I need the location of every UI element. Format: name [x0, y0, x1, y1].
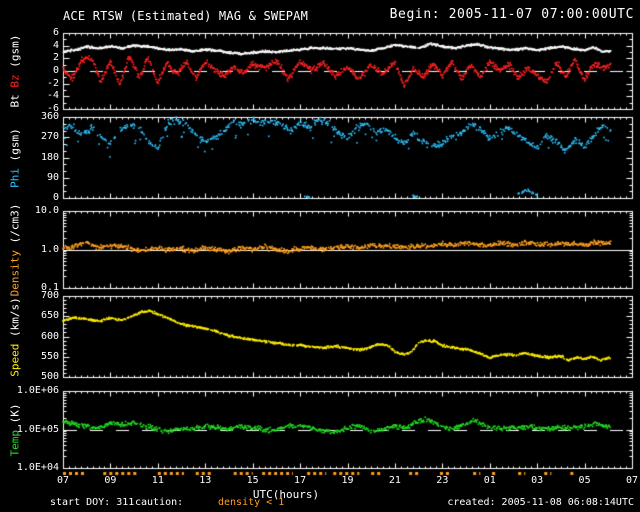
panel-title-part: (gsm) — [8, 127, 22, 168]
x-tick-label: 05 — [578, 475, 591, 486]
panel-title-part: (/cm3) — [8, 203, 22, 250]
ace-rtsw-plot: ACE RTSW (Estimated) MAG & SWEPAM Begin:… — [0, 0, 640, 512]
x-tick-label: 07 — [625, 475, 639, 486]
panel-title-part: (km/s) — [8, 296, 22, 344]
panel-title-part: (K) — [8, 403, 22, 430]
created-timestamp: created: 2005-11-08 06:08:14UTC — [447, 497, 634, 508]
x-tick-label: 11 — [151, 475, 164, 486]
x-tick-label: 01 — [483, 475, 496, 486]
panel-title-density: Density (/cm3) — [9, 203, 22, 296]
plot-canvas — [0, 0, 640, 512]
panel-title-part: Phi — [8, 167, 22, 188]
panel-title-part: Temp — [8, 429, 22, 457]
caution-value-label: density < 1 — [218, 497, 285, 508]
x-tick-label: 23 — [436, 475, 449, 486]
panel-title-part: Bz — [8, 74, 22, 88]
y-tick-label: 1.0E+06 — [16, 385, 59, 396]
x-tick-label: 15 — [246, 475, 259, 486]
panel-title-part: Bt — [8, 87, 22, 108]
x-tick-label: 09 — [104, 475, 117, 486]
panel-title-temp: Temp (K) — [9, 403, 22, 456]
panel-title-part: (gsm) — [8, 34, 22, 75]
x-tick-label: 17 — [294, 475, 307, 486]
panel-title-bt-bz: Bt Bz (gsm) — [9, 35, 22, 108]
panel-title-speed: Speed (km/s) — [9, 297, 22, 376]
x-tick-label: 13 — [199, 475, 212, 486]
caution-label: caution: — [135, 497, 184, 508]
y-tick-label: 0 — [52, 192, 59, 203]
x-tick-label: 21 — [388, 475, 401, 486]
x-tick-label: 03 — [531, 475, 544, 486]
page-title: ACE RTSW (Estimated) MAG & SWEPAM — [63, 9, 309, 23]
y-tick-label: 1.0E+04 — [16, 462, 59, 473]
x-tick-label: 07 — [56, 475, 70, 486]
panel-title-part: Density — [8, 249, 22, 296]
panel-title-part: Speed — [8, 343, 22, 377]
y-tick-label: 360 — [40, 111, 59, 122]
x-tick-label: 19 — [341, 475, 354, 486]
begin-timestamp: Begin: 2005-11-07 07:00:00UTC — [389, 7, 634, 22]
start-doy-label: start DOY: 311 — [50, 497, 135, 508]
panel-title-phi: Phi (gsm) — [9, 128, 22, 188]
